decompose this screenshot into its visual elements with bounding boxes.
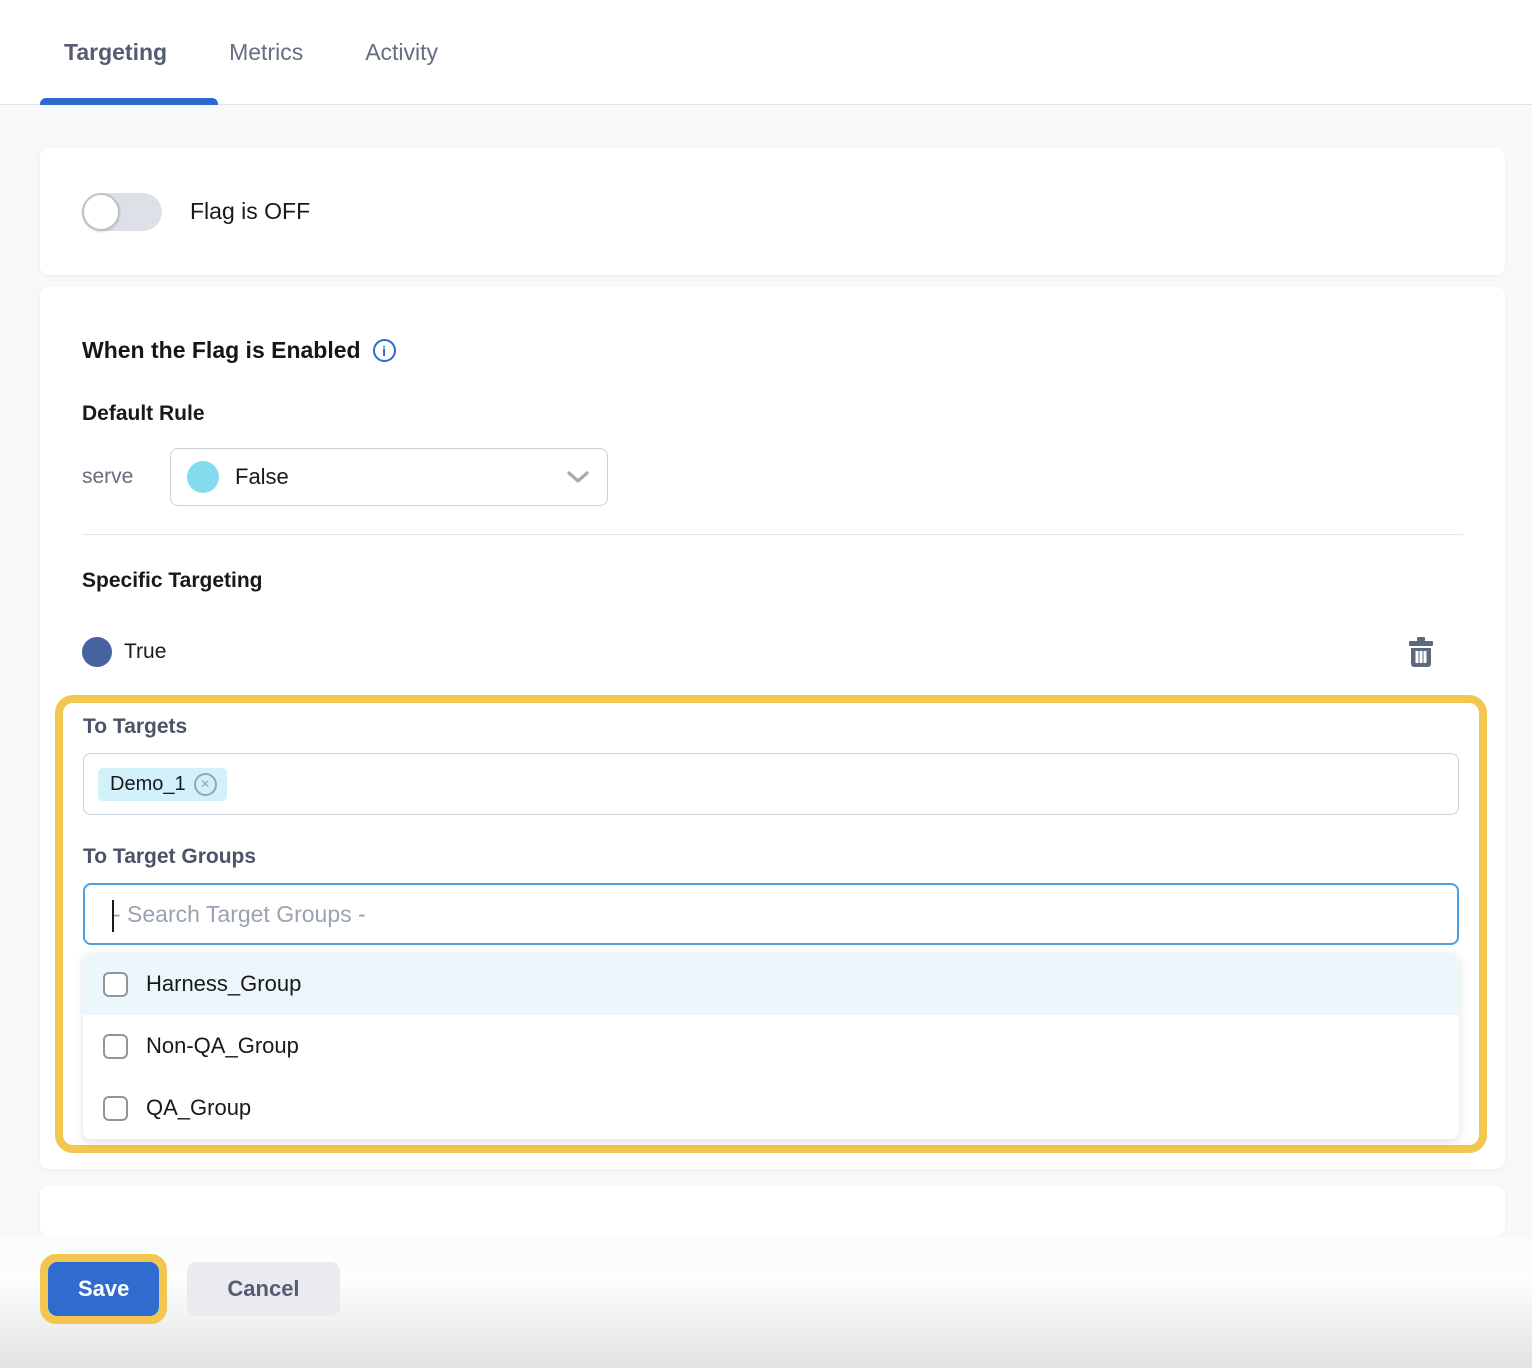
true-variation-label: True xyxy=(124,640,166,664)
non-qa-group-checkbox[interactable] xyxy=(103,1034,128,1059)
option-non-qa-group[interactable]: Non-QA_Group xyxy=(83,1015,1459,1077)
target-groups-search-input[interactable] xyxy=(85,885,1457,943)
qa-group-checkbox[interactable] xyxy=(103,1096,128,1121)
targeting-card: When the Flag is Enabled i Default Rule … xyxy=(40,287,1505,1169)
info-icon[interactable]: i xyxy=(373,339,396,362)
tab-targeting[interactable]: Targeting xyxy=(64,39,167,66)
enabled-section-heading: When the Flag is Enabled i xyxy=(82,337,1463,364)
target-groups-search-wrap xyxy=(83,883,1459,945)
option-label: Non-QA_Group xyxy=(146,1033,299,1059)
harness-group-checkbox[interactable] xyxy=(103,972,128,997)
targeting-highlight-box: To Targets Demo_1 ✕ To Target Groups Har… xyxy=(55,695,1487,1153)
serve-label: serve xyxy=(82,465,170,489)
trash-icon xyxy=(1407,637,1435,667)
option-label: Harness_Group xyxy=(146,971,301,997)
save-button[interactable]: Save xyxy=(48,1262,159,1316)
footer: Save Cancel xyxy=(0,1236,1532,1368)
default-rule-heading: Default Rule xyxy=(82,402,1463,426)
option-qa-group[interactable]: QA_Group xyxy=(83,1077,1459,1139)
tab-metrics[interactable]: Metrics xyxy=(229,39,303,66)
remove-icon[interactable]: ✕ xyxy=(194,773,217,796)
enabled-section-title: When the Flag is Enabled xyxy=(82,337,361,364)
flag-toggle[interactable] xyxy=(82,193,162,231)
cancel-button[interactable]: Cancel xyxy=(187,1262,339,1316)
target-groups-dropdown: Harness_Group Non-QA_Group QA_Group xyxy=(83,953,1459,1139)
text-caret xyxy=(112,900,114,932)
target-tag: Demo_1 ✕ xyxy=(98,768,227,801)
active-tab-underline xyxy=(40,98,218,105)
section-divider xyxy=(82,534,1463,535)
default-variation-select[interactable]: False xyxy=(170,448,608,506)
specific-targeting-heading: Specific Targeting xyxy=(82,569,1463,593)
variation-true-dot xyxy=(82,637,112,667)
flag-status-card: Flag is OFF xyxy=(40,148,1505,275)
tab-activity[interactable]: Activity xyxy=(365,39,438,66)
to-targets-label: To Targets xyxy=(83,715,1459,739)
target-tag-label: Demo_1 xyxy=(110,773,186,796)
variation-false-dot xyxy=(187,461,219,493)
default-rule-row: serve False xyxy=(82,448,1463,506)
to-targets-input[interactable]: Demo_1 ✕ xyxy=(83,753,1459,815)
save-highlight-ring: Save xyxy=(40,1254,167,1324)
option-label: QA_Group xyxy=(146,1095,251,1121)
tab-bar: Targeting Metrics Activity xyxy=(0,0,1532,105)
delete-rule-button[interactable] xyxy=(1407,637,1435,667)
flag-toggle-knob xyxy=(82,193,120,231)
next-section-card xyxy=(40,1186,1505,1236)
chevron-down-icon xyxy=(567,470,589,484)
selected-variation-label: False xyxy=(235,464,567,490)
to-target-groups-label: To Target Groups xyxy=(83,845,1459,869)
true-variation-row: True xyxy=(82,637,1463,667)
flag-status-label: Flag is OFF xyxy=(190,198,310,225)
option-harness-group[interactable]: Harness_Group xyxy=(83,953,1459,1015)
feature-flag-page: Targeting Metrics Activity Flag is OFF W… xyxy=(0,0,1532,1368)
